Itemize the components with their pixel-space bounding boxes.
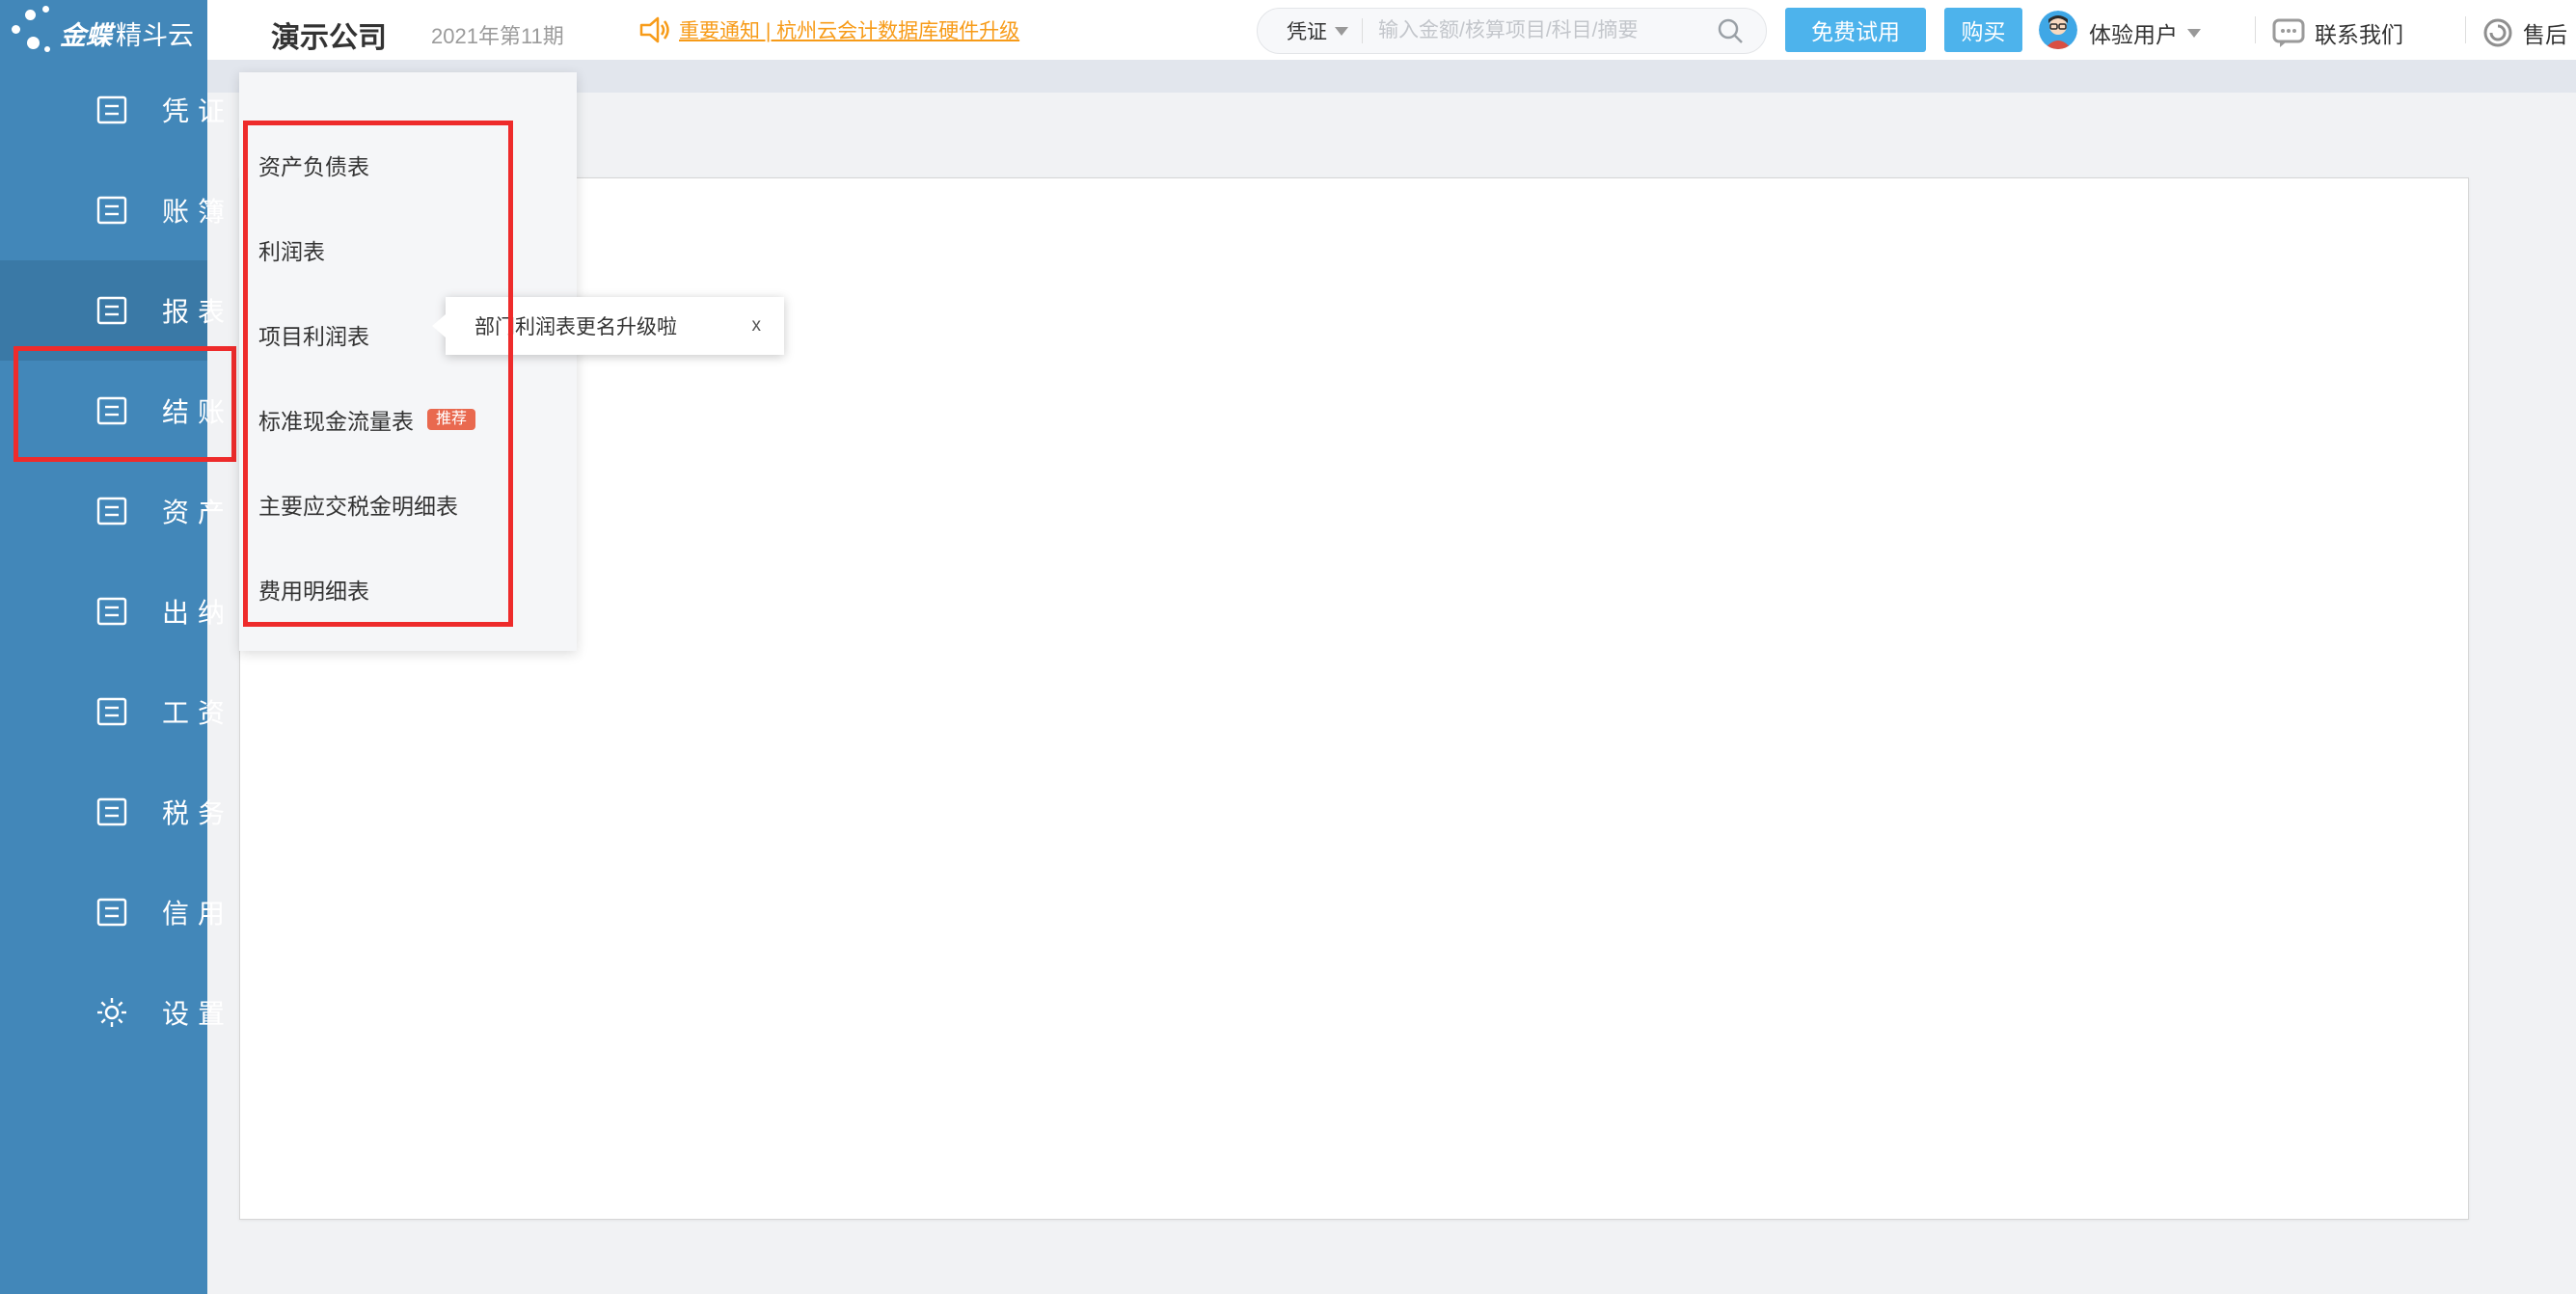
salary-icon <box>95 694 129 729</box>
closing-icon <box>95 393 129 428</box>
chat-icon <box>2272 18 2305 47</box>
recommend-badge: 推荐 <box>427 409 475 430</box>
sidebar-nav: 凭证账簿报表结账资产出纳工资税务信用设置 <box>0 60 207 1294</box>
contact-us[interactable]: 联系我们 <box>2272 16 2403 49</box>
chevron-down-icon <box>2187 29 2201 38</box>
search-input[interactable] <box>1376 18 1716 43</box>
sidebar-item-label: 资产 <box>162 492 233 530</box>
settings-icon <box>95 995 129 1030</box>
top-header: 金蝶精斗云 演示公司 2021年第11期 重要通知 | 杭州云会计数据库硬件升级… <box>0 0 2576 60</box>
report-flyout-menu: 资产负债表利润表项目利润表标准现金流量表推荐主要应交税金明细表费用明细表 <box>239 72 577 651</box>
buy-button[interactable]: 购买 <box>1944 8 2022 52</box>
sidebar-item-label: 信用 <box>162 893 233 931</box>
sidebar-item-10[interactable]: 设置 <box>0 962 207 1063</box>
search-icon[interactable] <box>1716 16 1745 45</box>
voucher-icon <box>95 93 129 127</box>
flyout-item[interactable]: 资产负债表 <box>239 122 577 207</box>
accounting-period: 2021年第11期 <box>431 19 564 50</box>
avatar[interactable] <box>2039 11 2077 49</box>
app-logo[interactable]: 金蝶精斗云 <box>0 0 207 60</box>
free-trial-button[interactable]: 免费试用 <box>1785 8 1926 52</box>
company-name[interactable]: 演示公司 <box>271 13 387 56</box>
sidebar-item-label: 报表 <box>162 291 233 330</box>
ledger-icon <box>95 193 129 228</box>
user-menu[interactable]: 体验用户 <box>2089 16 2201 49</box>
asset-icon <box>95 494 129 528</box>
notice-bar[interactable]: 重要通知 | 杭州云会计数据库硬件升级 <box>638 13 1019 46</box>
flyout-item[interactable]: 主要应交税金明细表 <box>239 462 577 547</box>
sidebar-item-label: 设置 <box>162 993 233 1032</box>
flyout-item[interactable]: 标准现金流量表推荐 <box>239 377 577 462</box>
sidebar-item-label: 出纳 <box>162 592 233 631</box>
sidebar-item-3[interactable]: 报表 <box>0 260 207 361</box>
after-sales[interactable]: 售后 <box>2482 16 2567 49</box>
divider <box>2465 16 2466 43</box>
sidebar-item-2[interactable]: 账簿 <box>0 160 207 260</box>
sidebar-item-9[interactable]: 信用 <box>0 862 207 962</box>
sidebar-item-1[interactable]: 凭证 <box>0 60 207 160</box>
sidebar-item-label: 税务 <box>162 793 233 831</box>
credit-icon <box>95 895 129 930</box>
tax-icon <box>95 795 129 829</box>
chevron-down-icon <box>1335 27 1348 36</box>
speaker-icon <box>638 15 669 44</box>
sidebar-item-6[interactable]: 出纳 <box>0 561 207 661</box>
sidebar-item-label: 账簿 <box>162 191 233 229</box>
sidebar-item-5[interactable]: 资产 <box>0 461 207 561</box>
search-scope-select[interactable]: 凭证 <box>1287 16 1348 45</box>
cashier-icon <box>95 594 129 629</box>
sidebar-item-8[interactable]: 税务 <box>0 762 207 862</box>
sidebar-item-4[interactable]: 结账 <box>0 361 207 461</box>
close-icon[interactable]: x <box>752 315 762 337</box>
rename-tooltip: 部门利润表更名升级啦 x <box>446 297 784 355</box>
sidebar-item-label: 工资 <box>162 692 233 731</box>
flyout-item[interactable]: 利润表 <box>239 207 577 292</box>
sidebar-item-label: 结账 <box>162 391 233 430</box>
report-icon <box>95 293 129 328</box>
global-search[interactable]: 凭证 <box>1257 8 1767 54</box>
service-icon <box>2482 17 2513 48</box>
sidebar-item-label: 凭证 <box>162 91 233 129</box>
notice-link[interactable]: 重要通知 | 杭州云会计数据库硬件升级 <box>679 15 1019 44</box>
divider <box>2255 16 2256 43</box>
logo-text: 金蝶精斗云 <box>60 14 194 52</box>
flyout-item[interactable]: 费用明细表 <box>239 547 577 632</box>
divider <box>1362 18 1363 43</box>
sidebar-item-7[interactable]: 工资 <box>0 661 207 762</box>
